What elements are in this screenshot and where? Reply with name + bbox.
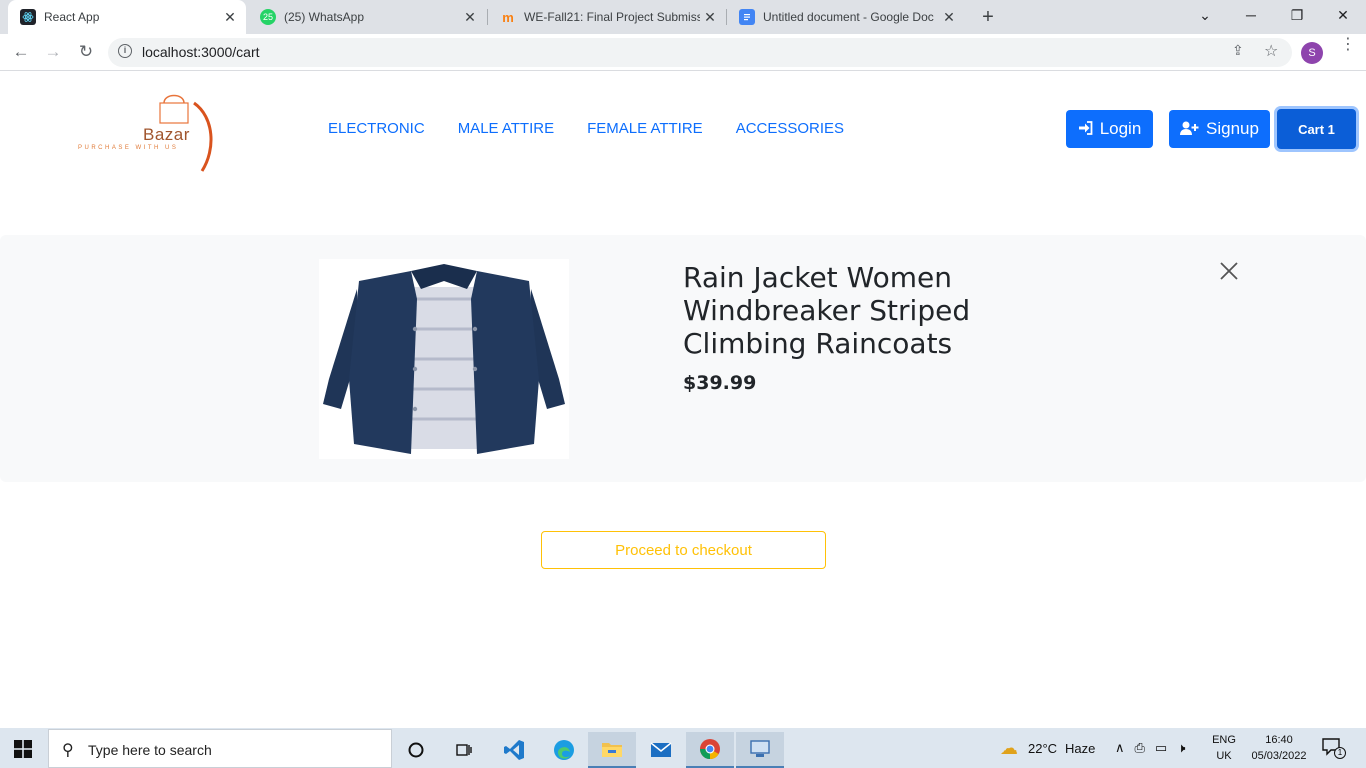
- signup-button[interactable]: Signup: [1169, 110, 1270, 148]
- language-region: UK: [1216, 750, 1232, 762]
- user-plus-icon: [1180, 121, 1199, 138]
- signup-label: Signup: [1206, 119, 1259, 138]
- nav-link-electronic[interactable]: ELECTRONIC: [328, 120, 425, 137]
- weather-widget[interactable]: ☁ 22°C Haze: [1000, 728, 1095, 768]
- brand-logo[interactable]: Bazar PURCHASE WITH US: [76, 87, 221, 177]
- tab-react-app[interactable]: React App ✕: [8, 0, 246, 34]
- tab-whatsapp[interactable]: 25 (25) WhatsApp ✕: [248, 0, 486, 34]
- moodle-icon: m: [502, 9, 514, 25]
- remote-desktop-icon[interactable]: [736, 732, 784, 768]
- forward-icon[interactable]: →: [41, 40, 65, 64]
- language-code: ENG: [1212, 734, 1236, 746]
- restore-icon[interactable]: ❐: [1274, 0, 1320, 34]
- chrome-icon[interactable]: [686, 732, 734, 768]
- clock-time: 16:40: [1265, 734, 1293, 746]
- proceed-to-checkout-button[interactable]: Proceed to checkout: [541, 531, 826, 569]
- product-image[interactable]: [319, 259, 569, 459]
- browser-menu-icon[interactable]: ⋮: [1340, 37, 1356, 53]
- meet-now-icon[interactable]: ⎙: [1135, 740, 1145, 756]
- tab-moodle[interactable]: m WE-Fall21: Final Project Submissi ✕: [488, 0, 726, 34]
- notification-badge: 25: [262, 12, 273, 22]
- bookmark-star-icon[interactable]: ☆: [1264, 41, 1278, 61]
- notification-count: 1: [1334, 747, 1346, 759]
- browser-toolbar: ← → ↻ i localhost:3000/cart ⇪ ☆ S ⋮: [0, 34, 1366, 71]
- new-tab-button[interactable]: +: [976, 5, 1000, 29]
- product-title: Rain Jacket Women Windbreaker Striped Cl…: [683, 261, 971, 360]
- reload-icon[interactable]: ↻: [74, 40, 98, 64]
- product-price: $39.99: [683, 372, 757, 394]
- nav-link-female-attire[interactable]: FEMALE ATTIRE: [587, 120, 703, 137]
- windows-start-icon[interactable]: [14, 740, 32, 758]
- show-hidden-icons-icon[interactable]: ∧: [1115, 740, 1125, 756]
- tab-google-docs[interactable]: Untitled document - Google Doc ✕: [727, 0, 965, 34]
- logo-tagline: PURCHASE WITH US: [78, 145, 179, 151]
- remove-item-close-icon[interactable]: [1217, 259, 1241, 283]
- login-button[interactable]: Login: [1066, 110, 1153, 148]
- url-text: localhost:3000/cart: [142, 44, 260, 60]
- taskbar-search[interactable]: ⚲ Type here to search: [48, 729, 392, 768]
- category-nav: ELECTRONIC MALE ATTIRE FEMALE ATTIRE ACC…: [328, 120, 844, 137]
- close-icon[interactable]: ✕: [700, 9, 720, 26]
- system-tray: ∧ ⎙ ▭ 🕨: [1115, 728, 1185, 768]
- weather-haze-icon: ☁: [1000, 737, 1018, 758]
- windows-taskbar: ⚲ Type here to search ☁ 22°C Haze ∧ ⎙ ▭ …: [0, 728, 1366, 768]
- weather-temp: 22°C: [1028, 740, 1058, 756]
- vscode-icon[interactable]: [490, 732, 538, 768]
- close-icon[interactable]: ✕: [220, 9, 240, 26]
- tab-title: Untitled document - Google Doc: [763, 10, 934, 24]
- react-icon: [20, 9, 36, 25]
- login-label: Login: [1099, 119, 1142, 138]
- search-icon: ⚲: [62, 742, 74, 759]
- task-view-icon[interactable]: [440, 732, 488, 768]
- tab-title: WE-Fall21: Final Project Submissi: [524, 10, 700, 24]
- minimize-icon[interactable]: ─: [1228, 0, 1274, 34]
- clock-date: 05/03/2022: [1251, 750, 1307, 762]
- cart-button[interactable]: Cart 1: [1277, 109, 1356, 149]
- browser-tab-strip: React App ✕ 25 (25) WhatsApp ✕ m WE-Fall…: [0, 0, 1366, 34]
- whatsapp-icon: 25: [260, 9, 276, 25]
- address-bar[interactable]: i localhost:3000/cart ⇪ ☆: [108, 38, 1292, 67]
- notification-center-icon[interactable]: 1: [1322, 738, 1346, 759]
- input-language[interactable]: ENG UK: [1208, 732, 1240, 764]
- share-icon[interactable]: ⇪: [1232, 42, 1244, 59]
- speaker-muted-icon[interactable]: 🕨: [1177, 740, 1185, 756]
- cart-item: Rain Jacket Women Windbreaker Striped Cl…: [0, 235, 1366, 482]
- site-info-icon[interactable]: i: [118, 44, 132, 58]
- site-navbar: Bazar PURCHASE WITH US ELECTRONIC MALE A…: [0, 71, 1366, 189]
- system-clock[interactable]: 16:40 05/03/2022: [1244, 732, 1314, 764]
- nav-link-accessories[interactable]: ACCESSORIES: [736, 120, 844, 137]
- sign-in-icon: [1078, 120, 1093, 138]
- tab-title: React App: [44, 10, 100, 24]
- google-docs-icon: [739, 9, 755, 25]
- back-icon[interactable]: ←: [9, 40, 33, 64]
- cortana-icon[interactable]: [392, 732, 440, 768]
- logo-name: Bazar: [143, 125, 190, 144]
- tab-search-icon[interactable]: ⌄: [1182, 0, 1228, 34]
- nav-link-male-attire[interactable]: MALE ATTIRE: [458, 120, 554, 137]
- edge-icon[interactable]: [540, 732, 588, 768]
- close-icon[interactable]: ✕: [460, 9, 480, 26]
- search-placeholder: Type here to search: [88, 742, 212, 758]
- profile-avatar[interactable]: S: [1301, 42, 1323, 64]
- battery-icon[interactable]: ▭: [1155, 740, 1167, 756]
- close-window-icon[interactable]: ✕: [1320, 0, 1366, 34]
- mail-icon[interactable]: [637, 732, 685, 768]
- weather-condition: Haze: [1065, 740, 1096, 756]
- close-icon[interactable]: ✕: [939, 9, 959, 26]
- tab-title: (25) WhatsApp: [284, 10, 365, 24]
- file-explorer-icon[interactable]: [588, 732, 636, 768]
